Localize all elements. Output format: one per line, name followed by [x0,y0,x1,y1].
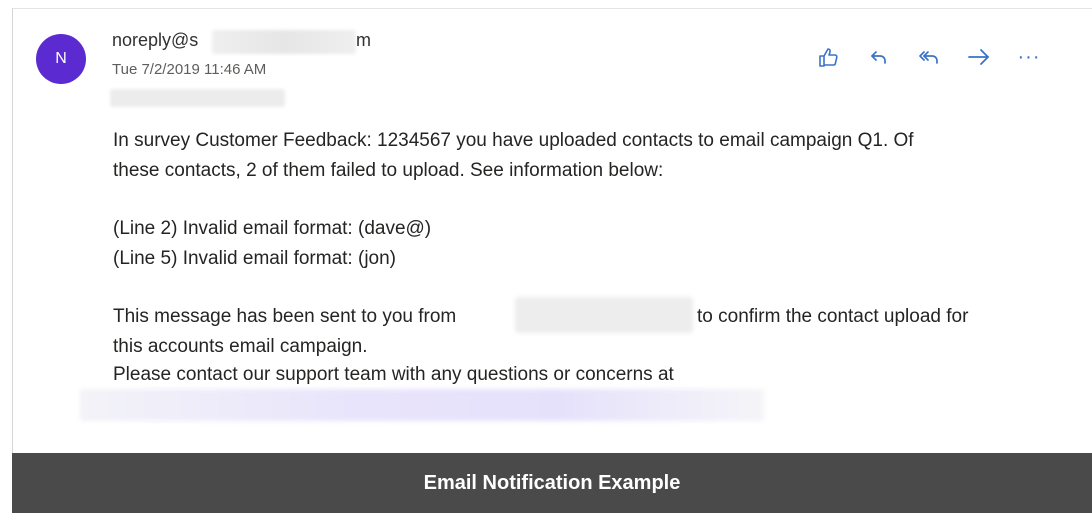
reply-all-button[interactable] [914,42,944,72]
thumbs-up-icon [817,45,841,69]
more-icon: ··· [1017,46,1041,68]
body-campaign-line: this accounts email campaign. [113,336,368,357]
email-timestamp: Tue 7/2/2019 11:46 AM [112,61,267,78]
reply-button[interactable] [864,42,894,72]
more-actions-button[interactable]: ··· [1014,42,1044,72]
bottom-divider [12,513,1092,525]
redacted-company-name [515,297,693,333]
sender-address-tail: m [356,30,371,50]
sent-from-prefix: This message has been sent to you from [113,306,457,327]
reply-icon [867,45,891,69]
forward-button[interactable] [964,42,994,72]
error-line-5: (Line 5) Invalid email format: (jon) [113,248,396,269]
caption-banner: Email Notification Example [12,453,1092,513]
error-line-2: (Line 2) Invalid email format: (dave@) [113,218,432,239]
message-actions-toolbar: ··· [814,40,1044,74]
caption-title: Email Notification Example [423,471,681,494]
redacted-sender-domain [212,30,356,54]
sent-from-suffix: to confirm the contact upload for [697,306,969,327]
like-button[interactable] [814,42,844,72]
sender-address[interactable]: noreply@s [112,30,198,51]
support-line: Please contact our support team with any… [113,364,674,385]
reply-all-icon [916,45,942,69]
body-line-1: In survey Customer Feedback: 1234567 you… [113,130,914,151]
body-line-2: these contacts, 2 of them failed to uplo… [113,160,664,181]
avatar-initial: N [55,50,67,67]
sender-avatar[interactable]: N [36,34,86,84]
forward-icon [966,45,992,69]
redacted-support-link[interactable] [80,389,764,421]
redacted-recipient [110,89,285,107]
